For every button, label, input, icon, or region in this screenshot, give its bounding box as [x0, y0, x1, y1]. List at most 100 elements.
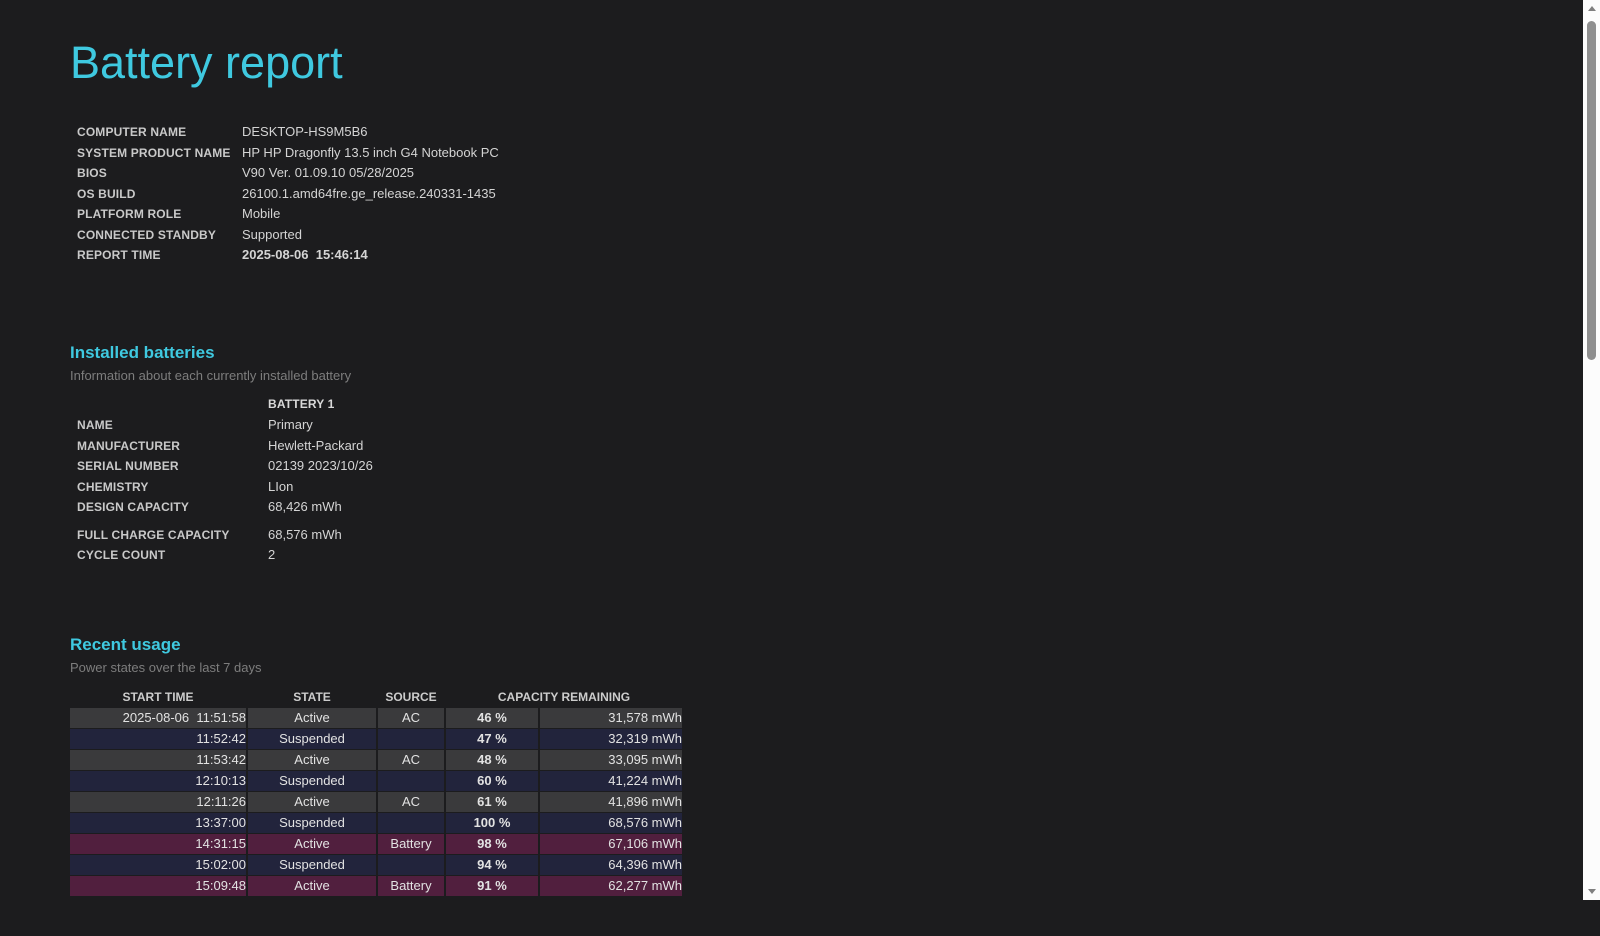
cell-capacity-percent: 100 %: [446, 812, 538, 833]
cell-start-time: 15:02:00: [70, 854, 246, 875]
usage-table-row: 15:02:00 Suspended 94 % 64,396 mWh: [70, 854, 682, 875]
installed-batteries-heading: Installed batteries: [70, 342, 215, 362]
cell-source: AC: [378, 791, 444, 812]
battery-detail-row: NAME Primary: [70, 417, 1600, 438]
cell-capacity-percent: 98 %: [446, 833, 538, 854]
system-info-row-label: BIOS: [77, 166, 107, 180]
recent-usage-subtitle: Power states over the last 7 days: [70, 659, 262, 675]
page-title: Battery report: [70, 37, 343, 88]
battery-detail-row-label: CYCLE COUNT: [77, 548, 166, 562]
usage-table-row: 11:52:42 Suspended 47 % 32,319 mWh: [70, 728, 682, 749]
battery-detail-row-label: DESIGN CAPACITY: [77, 500, 190, 514]
vertical-scrollbar[interactable]: [1583, 0, 1600, 900]
system-info-list: COMPUTER NAME DESKTOP-HS9M5B6 SYSTEM PRODU…: [70, 124, 1600, 268]
battery-detail-row-value: 02139 2023/10/26: [268, 458, 373, 473]
scrollbar-down-arrow-icon[interactable]: [1587, 889, 1596, 894]
cell-capacity-mwh: 62,277 mWh: [540, 875, 682, 896]
cell-source: AC: [378, 749, 444, 770]
cell-source: Battery: [378, 875, 444, 896]
system-info-row: COMPUTER NAME DESKTOP-HS9M5B6: [70, 124, 1600, 145]
battery-details-list: BATTERY 1 NAME Primary MANUFACTURER Hewlett…: [70, 397, 1600, 568]
scrollbar-thumb[interactable]: [1587, 21, 1596, 360]
battery-detail-row-label: FULL CHARGE CAPACITY: [77, 527, 230, 542]
system-info-row-value: Mobile: [242, 206, 281, 221]
battery-detail-row-value: 68,576 mWh: [268, 526, 342, 542]
system-info-row: BIOS V90 Ver. 01.09.10 05/28/2025: [70, 165, 1600, 186]
cell-source: [378, 812, 444, 833]
cell-state: Suspended: [248, 770, 376, 791]
battery-detail-row: MANUFACTURER Hewlett-Packard: [70, 438, 1600, 459]
cell-capacity-mwh: 68,576 mWh: [540, 812, 682, 833]
battery-detail-row-value: LIon: [268, 478, 294, 494]
cell-capacity-mwh: 67,106 mWh: [540, 833, 682, 854]
cell-source: Battery: [378, 833, 444, 854]
battery-column-header: BATTERY 1: [268, 396, 335, 411]
battery-detail-row-value: Hewlett-Packard: [268, 437, 364, 453]
column-header-state: STATE: [293, 689, 331, 704]
scrollbar-up-arrow-icon[interactable]: [1587, 6, 1596, 11]
battery-report-page: { "page": { "title": "Battery report", "…: [0, 0, 1600, 936]
system-info-row-value: Supported: [242, 226, 302, 242]
battery-detail-row: CHEMISTRY LIon: [70, 479, 1600, 500]
cell-start-time: 11:52:42: [70, 728, 246, 749]
battery-detail-row: CYCLE COUNT 2: [70, 547, 1600, 568]
system-info-row: PLATFORM ROLE Mobile: [70, 206, 1600, 227]
system-info-row-value: 26100.1.amd64fre.ge_release.240331-1435: [242, 185, 496, 201]
cell-capacity-percent: 94 %: [446, 854, 538, 875]
battery-detail-row: DESIGN CAPACITY 68,426 mWh: [70, 499, 1600, 520]
usage-table-row: 14:31:15 Active Battery 98 % 67,106 mWh: [70, 833, 682, 854]
cell-capacity-percent: 60 %: [446, 770, 538, 791]
battery-detail-row-label: MANUFACTURER: [77, 438, 181, 453]
system-info-row: SYSTEM PRODUCT NAME HP HP Dragonfly 13.5 …: [70, 145, 1600, 166]
cell-capacity-mwh: 33,095 mWh: [540, 749, 682, 770]
system-info-row-label: REPORT TIME: [77, 248, 161, 262]
cell-start-time: 13:37:00: [70, 812, 246, 833]
cell-start-time: 12:10:13: [70, 770, 246, 791]
battery-detail-row-value: Primary: [268, 417, 313, 432]
cell-capacity-percent: 47 %: [446, 728, 538, 749]
system-info-row-label: COMPUTER NAME: [77, 125, 187, 139]
recent-usage-heading: Recent usage: [70, 634, 181, 654]
cell-start-time: 14:31:15: [70, 833, 246, 854]
recent-usage-section: Recent usage Power states over the last …: [70, 634, 1600, 897]
battery-detail-row-label: SERIAL NUMBER: [77, 459, 179, 473]
system-info-row-label: OS BUILD: [77, 186, 136, 201]
cell-state: Suspended: [248, 854, 376, 875]
usage-table-row: 12:10:13 Suspended 60 % 41,224 mWh: [70, 770, 682, 791]
cell-capacity-percent: 91 %: [446, 875, 538, 896]
battery-detail-row-label: CHEMISTRY: [77, 479, 149, 494]
cell-source: [378, 770, 444, 791]
battery-detail-row: FULL CHARGE CAPACITY 68,576 mWh: [70, 527, 1600, 548]
cell-state: Active: [248, 791, 376, 812]
cell-state: Active: [248, 875, 376, 896]
usage-table-body: 2025-08-06 11:51:58 Active AC 46 % 31,578 mW…: [70, 707, 682, 896]
cell-state: Active: [248, 833, 376, 854]
report-content: Battery report COMPUTER NAME DESKTOP-HS9M…: [0, 36, 1600, 897]
cell-capacity-mwh: 41,224 mWh: [540, 770, 682, 791]
usage-header-row: START TIME STATE SOURCE CAPACITY REMAINI…: [70, 689, 682, 707]
system-info-row-value: HP HP Dragonfly 13.5 inch G4 Notebook PC: [242, 144, 499, 160]
system-info-row-value: DESKTOP-HS9M5B6: [242, 124, 368, 139]
cell-state: Active: [248, 749, 376, 770]
system-info-row-label: CONNECTED STANDBY: [77, 227, 216, 242]
cell-capacity-mwh: 32,319 mWh: [540, 728, 682, 749]
cell-state: Suspended: [248, 728, 376, 749]
cell-start-time: 11:53:42: [70, 749, 246, 770]
cell-source: [378, 854, 444, 875]
battery-column-header-row: BATTERY 1: [70, 397, 1600, 418]
cell-capacity-mwh: 41,896 mWh: [540, 791, 682, 812]
usage-table-row: 12:11:26 Active AC 61 % 41,896 mWh: [70, 791, 682, 812]
column-header-source: SOURCE: [385, 689, 437, 704]
installed-batteries-section: Installed batteries Information about ea…: [70, 342, 1600, 568]
usage-table-row: 11:53:42 Active AC 48 % 33,095 mWh: [70, 749, 682, 770]
cell-start-time: 15:09:48: [70, 875, 246, 896]
system-info-row-label: PLATFORM ROLE: [77, 207, 182, 221]
cell-state: Active: [248, 707, 376, 728]
system-info-row-value: V90 Ver. 01.09.10 05/28/2025: [242, 165, 415, 180]
cell-source: AC: [378, 707, 444, 728]
cell-capacity-mwh: 64,396 mWh: [540, 854, 682, 875]
battery-detail-row: SERIAL NUMBER 02139 2023/10/26: [70, 458, 1600, 479]
cell-state: Suspended: [248, 812, 376, 833]
cell-start-time: 2025-08-06 11:51:58: [70, 707, 246, 728]
cell-start-time: 12:11:26: [70, 791, 246, 812]
